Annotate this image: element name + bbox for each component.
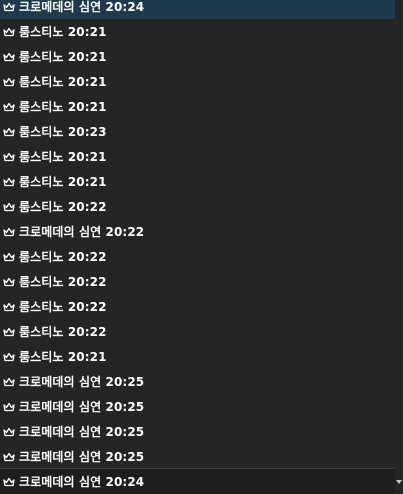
crown-icon — [3, 77, 15, 86]
crown-icon — [3, 27, 15, 36]
crown-icon — [3, 52, 15, 61]
crown-icon — [3, 277, 15, 286]
list-item-label: 룸스티노 20:21 — [19, 175, 107, 189]
list-item[interactable]: 룸스티노 20:21 — [0, 19, 395, 44]
crown-icon — [3, 252, 15, 261]
crown-icon — [3, 327, 15, 336]
crown-icon — [3, 102, 15, 111]
list-item-label: 룸스티노 20:22 — [19, 325, 107, 339]
list-item[interactable]: 크로메데의 심연 20:25 — [0, 394, 395, 419]
scroll-down-arrow-icon[interactable] — [396, 480, 402, 484]
crown-icon — [3, 127, 15, 136]
list-item-label: 크로메데의 심연 20:25 — [19, 425, 145, 439]
list-item[interactable]: 룸스티노 20:22 — [0, 269, 395, 294]
list-item-label: 룸스티노 20:21 — [19, 50, 107, 64]
list-item-label: 룸스티노 20:22 — [19, 300, 107, 314]
list-item[interactable]: 룸스티노 20:21 — [0, 44, 395, 69]
list-item[interactable]: 룸스티노 20:22 — [0, 244, 395, 269]
crown-icon — [3, 352, 15, 361]
crown-icon — [3, 227, 15, 236]
list-footer-row[interactable]: 크로메데의 심연 20:24 — [0, 468, 395, 494]
list-item-label: 크로메데의 심연 20:25 — [19, 375, 145, 389]
list-item[interactable]: 룸스티노 20:21 — [0, 344, 395, 369]
crown-icon — [3, 477, 15, 486]
crown-icon — [3, 177, 15, 186]
list-item-label: 룸스티노 20:22 — [19, 200, 107, 214]
list-item-label: 룸스티노 20:21 — [19, 75, 107, 89]
list-item-label: 크로메데의 심연 20:25 — [19, 450, 145, 464]
scrollbar[interactable] — [395, 0, 403, 494]
dungeon-list: 크로메데의 심연 20:24 룸스티노 20:21 룸스티노 20:21 룸스티노 2… — [0, 0, 395, 469]
list-item[interactable]: 크로메데의 심연 20:22 — [0, 219, 395, 244]
crown-icon — [3, 202, 15, 211]
crown-icon — [3, 427, 15, 436]
list-item-label: 룸스티노 20:21 — [19, 350, 107, 364]
list-item-label: 룸스티노 20:23 — [19, 125, 107, 139]
crown-icon — [3, 452, 15, 461]
list-item[interactable]: 룸스티노 20:21 — [0, 94, 395, 119]
crown-icon — [3, 377, 15, 386]
list-item[interactable]: 룸스티노 20:21 — [0, 169, 395, 194]
list-item[interactable]: 크로메데의 심연 20:25 — [0, 444, 395, 469]
list-item[interactable]: 룸스티노 20:23 — [0, 119, 395, 144]
crown-icon — [3, 402, 15, 411]
list-item[interactable]: 크로메데의 심연 20:25 — [0, 369, 395, 394]
list-item[interactable]: 룸스티노 20:22 — [0, 294, 395, 319]
list-item-label: 크로메데의 심연 20:22 — [19, 225, 145, 239]
list-item-label: 룸스티노 20:22 — [19, 250, 107, 264]
list-item[interactable]: 크로메데의 심연 20:25 — [0, 419, 395, 444]
list-item-label: 룸스티노 20:22 — [19, 275, 107, 289]
list-item-label: 크로메데의 심연 20:25 — [19, 400, 145, 414]
crown-icon — [3, 152, 15, 161]
list-item[interactable]: 룸스티노 20:21 — [0, 144, 395, 169]
crown-icon — [3, 2, 15, 11]
list-item-label: 크로메데의 심연 20:24 — [19, 0, 145, 14]
list-item[interactable]: 크로메데의 심연 20:24 — [0, 0, 395, 19]
list-item[interactable]: 룸스티노 20:22 — [0, 319, 395, 344]
list-item[interactable]: 룸스티노 20:22 — [0, 194, 395, 219]
list-item-label: 룸스티노 20:21 — [19, 150, 107, 164]
footer-label: 크로메데의 심연 20:24 — [19, 475, 145, 489]
dungeon-list-panel: 크로메데의 심연 20:24 룸스티노 20:21 룸스티노 20:21 룸스티노 2… — [0, 0, 403, 494]
crown-icon — [3, 302, 15, 311]
list-item-label: 룸스티노 20:21 — [19, 100, 107, 114]
list-item[interactable]: 룸스티노 20:21 — [0, 69, 395, 94]
list-item-label: 룸스티노 20:21 — [19, 25, 107, 39]
